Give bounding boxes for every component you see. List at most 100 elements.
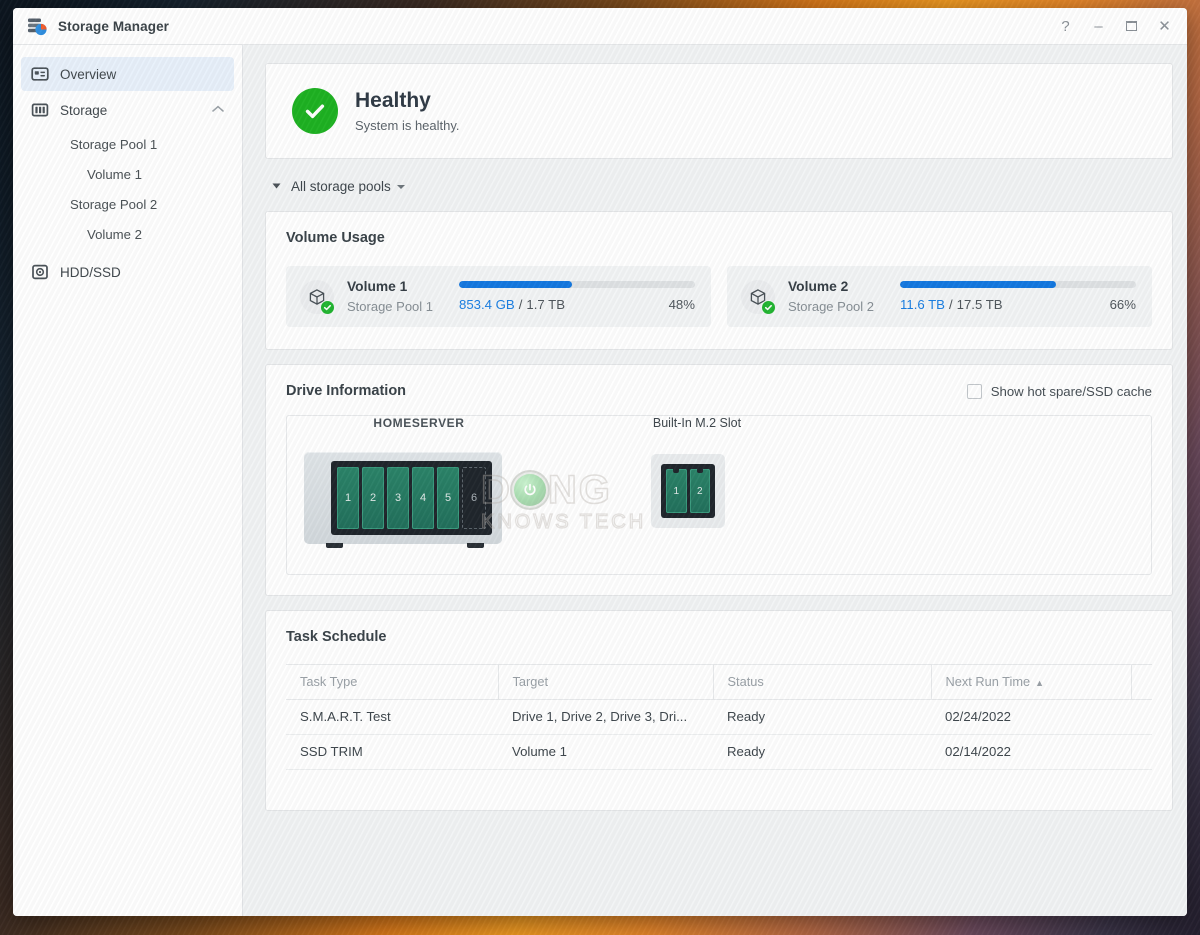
sidebar-item-storage-pool-2[interactable]: Storage Pool 2: [21, 189, 234, 219]
window-controls: ? – ✕: [1049, 11, 1181, 41]
enclosure-bays: 1 2 3 4 5 6: [331, 461, 492, 535]
m2-chassis: 1 2: [651, 454, 725, 528]
sidebar-item-label: Storage Pool 1: [70, 136, 158, 152]
cell-extra: [1131, 734, 1152, 770]
drive-bay-4[interactable]: 4: [412, 467, 434, 529]
column-header-target[interactable]: Target: [498, 664, 714, 700]
volume-name-group: Volume 1 Storage Pool 1: [347, 279, 455, 314]
drive-bay-3[interactable]: 3: [387, 467, 409, 529]
cell-task-type: S.M.A.R.T. Test: [286, 699, 498, 735]
volume-meter: 853.4 GB / 1.7 TB 48%: [455, 281, 695, 312]
storage-icon: [31, 101, 49, 119]
cell-extra: [1131, 699, 1152, 735]
volume-name-group: Volume 2 Storage Pool 2: [788, 279, 896, 314]
column-header-task-type[interactable]: Task Type: [286, 664, 499, 700]
check-badge-icon: [320, 299, 335, 315]
storage-manager-window: Storage Manager ? – ✕ Overview Storage S…: [13, 8, 1187, 916]
task-table-body: S.M.A.R.T. Test Drive 1, Drive 2, Drive …: [286, 699, 1152, 770]
cell-task-type: SSD TRIM: [286, 734, 498, 770]
volume-name: Volume 1: [347, 279, 408, 294]
volume-name: Volume 2: [788, 279, 849, 294]
volume-total: 17.5 TB: [956, 297, 1003, 312]
sidebar-item-volume-2[interactable]: Volume 2: [21, 219, 234, 249]
volume-figures: 11.6 TB / 17.5 TB 66%: [900, 297, 1136, 312]
cell-status: Ready: [713, 699, 931, 735]
column-label: Next Run Time: [945, 674, 1031, 689]
sidebar-item-label: HDD/SSD: [60, 264, 121, 280]
table-row[interactable]: S.M.A.R.T. Test Drive 1, Drive 2, Drive …: [286, 699, 1152, 735]
health-subtitle: System is healthy.: [355, 118, 460, 134]
window-title-bar: Storage Manager ? – ✕: [13, 8, 1187, 45]
check-circle-icon: [292, 88, 338, 134]
storage-manager-icon: [26, 15, 48, 37]
volume-progress-track: [459, 281, 695, 288]
minimize-icon: –: [1094, 17, 1103, 35]
volume-progress-track: [900, 281, 1136, 288]
table-row[interactable]: SSD TRIM Volume 1 Ready 02/14/2022: [286, 734, 1152, 770]
drive-bay-5[interactable]: 5: [437, 467, 459, 529]
enclosure-chassis: 1 2 3 4 5 6: [304, 452, 502, 548]
drive-bay-6[interactable]: 6: [462, 467, 486, 529]
volume-pool: Storage Pool 2: [788, 299, 875, 314]
sort-ascending-icon: ▲: [1035, 678, 1045, 688]
health-title: Healthy: [355, 88, 431, 112]
sidebar-item-overview[interactable]: Overview: [21, 57, 234, 91]
drive-information-card: Drive Information Show hot spare/SSD cac…: [265, 364, 1173, 596]
volume-total: 1.7 TB: [526, 297, 565, 312]
column-header-next-run-time[interactable]: Next Run Time ▲: [931, 664, 1132, 700]
sidebar-item-storage[interactable]: Storage: [21, 93, 234, 127]
drive-bay-2[interactable]: 2: [362, 467, 384, 529]
drive-diagram: HOMESERVER 1 2 3 4 5 6 Built-In M.2 Slot…: [286, 415, 1152, 575]
task-schedule-card: Task Schedule Task Type Target Status Ne…: [265, 610, 1173, 811]
volume-item-1[interactable]: Volume 1 Storage Pool 1 853.4 GB / 1.7 T…: [286, 266, 711, 327]
sidebar-item-label: Storage: [60, 102, 108, 118]
caret-down-icon: [396, 185, 405, 189]
enclosure-homeserver: HOMESERVER 1 2 3 4 5 6: [304, 416, 534, 548]
column-header-extra[interactable]: [1131, 664, 1152, 700]
volume-usage-card: Volume Usage Volume 1 Storage Pool 1 853…: [265, 211, 1173, 350]
cell-next-run-time: 02/24/2022: [931, 699, 1131, 735]
health-text-group: Healthy System is healthy.: [355, 89, 460, 133]
sidebar-item-volume-1[interactable]: Volume 1: [21, 159, 234, 189]
volume-percent: 48%: [668, 297, 695, 312]
show-hot-spare-checkbox-row[interactable]: Show hot spare/SSD cache: [966, 383, 1152, 399]
desktop-background: Storage Manager ? – ✕ Overview Storage S…: [0, 0, 1200, 935]
storage-pool-selector[interactable]: All storage pools: [272, 173, 405, 199]
volume-progress-fill: [459, 281, 573, 288]
sidebar-item-hdd-ssd[interactable]: HDD/SSD: [21, 255, 234, 289]
content-area: D NG KNOWS TECH: [243, 45, 1187, 916]
m2-bay-1[interactable]: 1: [666, 469, 687, 513]
minimize-button[interactable]: –: [1082, 11, 1115, 41]
volume-list: Volume 1 Storage Pool 1 853.4 GB / 1.7 T…: [286, 266, 1152, 327]
task-table-head: Task Type Target Status Next Run Time ▲: [286, 664, 1152, 700]
close-icon: ✕: [1158, 18, 1171, 35]
show-hot-spare-checkbox[interactable]: [966, 383, 982, 399]
system-health-card: Healthy System is healthy.: [265, 63, 1173, 159]
help-button[interactable]: ?: [1049, 11, 1082, 41]
show-hot-spare-label: Show hot spare/SSD cache: [990, 383, 1152, 399]
column-header-status[interactable]: Status: [713, 664, 932, 700]
chassis-foot-left: [326, 543, 343, 548]
chevron-up-icon[interactable]: [212, 105, 224, 116]
drive-bay-1[interactable]: 1: [337, 467, 359, 529]
overview-icon: [31, 65, 49, 83]
m2-caption: Built-In M.2 Slot: [652, 416, 742, 430]
maximize-icon: [1126, 21, 1137, 31]
cell-status: Ready: [713, 734, 931, 770]
hdd-ssd-icon: [31, 263, 49, 281]
check-badge-icon: [761, 299, 776, 315]
column-label: Task Type: [300, 674, 358, 689]
volume-separator: /: [518, 297, 523, 312]
volume-cube-icon: [300, 279, 335, 315]
window-title: Storage Manager: [58, 18, 170, 34]
enclosure-m2-slot: Built-In M.2 Slot 1 2: [617, 416, 777, 528]
window-body: Overview Storage Storage Pool 1 Volume 1…: [13, 45, 1187, 916]
close-button[interactable]: ✕: [1148, 11, 1181, 41]
sidebar-item-storage-pool-1[interactable]: Storage Pool 1: [21, 129, 234, 159]
volume-item-2[interactable]: Volume 2 Storage Pool 2 11.6 TB / 17.5 T…: [727, 266, 1152, 327]
m2-bay-2[interactable]: 2: [689, 469, 710, 513]
storage-pool-selector-label: All storage pools: [291, 178, 391, 194]
maximize-button[interactable]: [1115, 11, 1148, 41]
cell-next-run-time: 02/14/2022: [931, 734, 1131, 770]
volume-pool: Storage Pool 1: [347, 299, 434, 314]
